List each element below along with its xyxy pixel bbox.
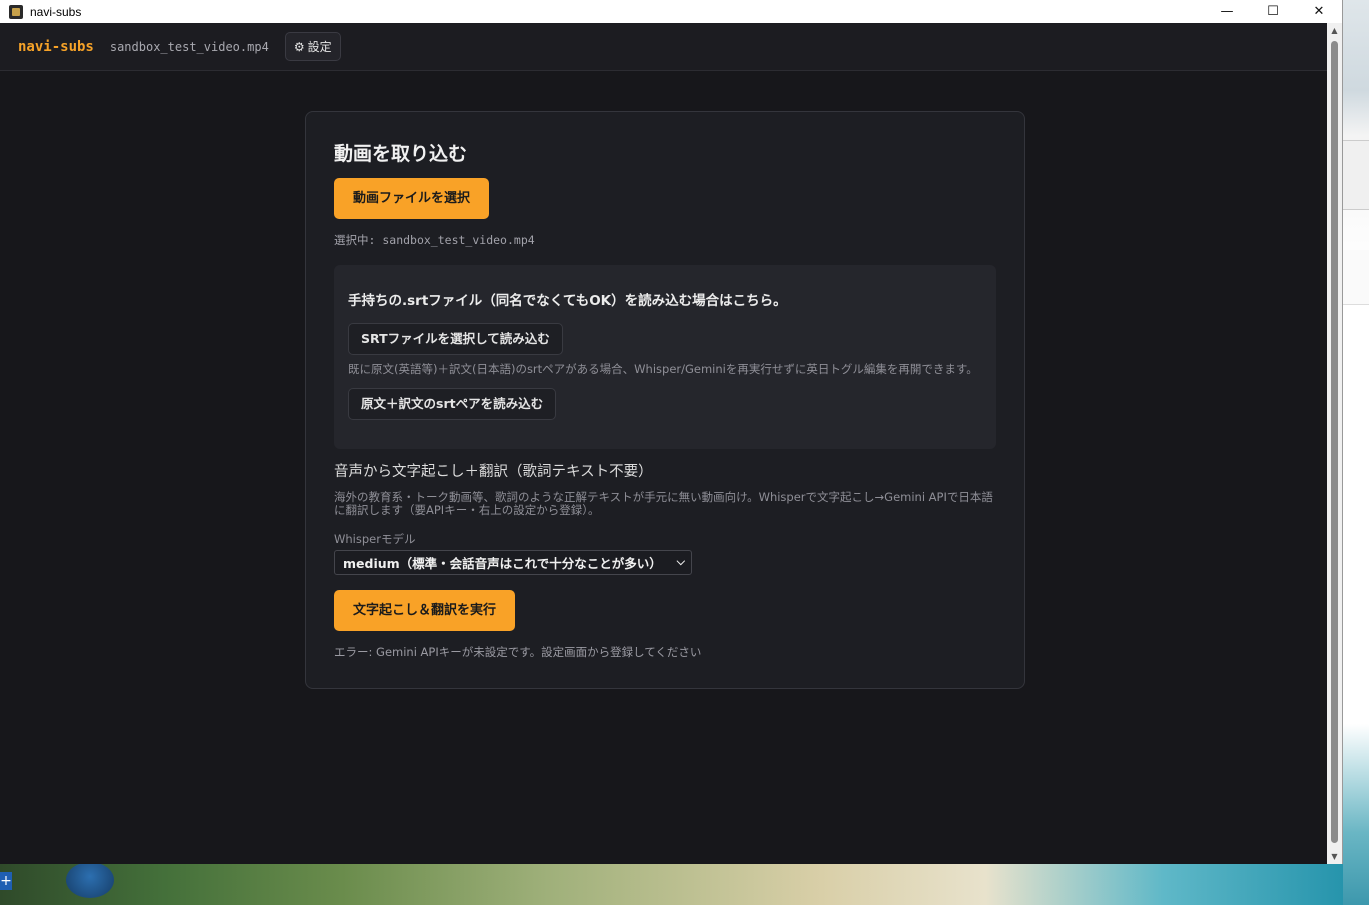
- srt-import-panel: 手持ちの.srtファイル（同名でなくてもOK）を読み込む場合はこちら。 SRTフ…: [334, 265, 996, 449]
- app-icon: [9, 4, 23, 19]
- desktop-background-right: [1343, 0, 1369, 905]
- load-srt-pair-button[interactable]: 原文＋訳文のsrtペアを読み込む: [348, 388, 557, 420]
- close-button[interactable]: ✕: [1296, 0, 1342, 23]
- gear-icon: ⚙: [293, 39, 305, 54]
- run-transcribe-button[interactable]: 文字起こし＆翻訳を実行: [334, 590, 516, 631]
- steam-shortcut-icon[interactable]: [66, 862, 114, 898]
- chevron-down-icon: ⌵: [676, 555, 685, 568]
- select-video-button[interactable]: 動画ファイルを選択: [334, 178, 490, 219]
- current-file-name: sandbox_test_video.mp4: [109, 39, 269, 54]
- title-bar[interactable]: navi-subs — ☐ ✕: [0, 0, 1342, 23]
- transcribe-heading: 音声から文字起こし＋翻訳（歌詞テキスト不要）: [334, 464, 653, 480]
- transcribe-description: 海外の教育系・トーク動画等、歌詞のような正解テキストが手元に無い動画向け。Whi…: [334, 490, 993, 517]
- app-header: navi-subs sandbox_test_video.mp4 ⚙ 設定: [0, 23, 1342, 71]
- srt-heading: 手持ちの.srtファイル（同名でなくてもOK）を読み込む場合はこちら。: [348, 293, 787, 309]
- whisper-model-value: medium（標準・会話音声はこれで十分なことが多い）: [343, 556, 662, 571]
- srt-description: 既に原文(英語等)＋訳文(日本語)のsrtペアがある場合、Whisper/Gem…: [348, 362, 978, 376]
- scroll-thumb[interactable]: [1331, 41, 1338, 843]
- app-window: navi-subs — ☐ ✕ navi-subs sandbox_test_v…: [0, 0, 1343, 864]
- desktop-plus-icon[interactable]: +: [0, 872, 12, 890]
- minimize-button[interactable]: —: [1204, 0, 1250, 23]
- selected-file-text: 選択中: sandbox_test_video.mp4: [334, 233, 535, 247]
- error-message: エラー: Gemini APIキーが未設定です。設定画面から登録してください: [334, 645, 702, 659]
- window-controls: — ☐ ✕: [1204, 0, 1342, 23]
- scroll-down-icon[interactable]: ▼: [1327, 849, 1342, 864]
- scroll-up-icon[interactable]: ▲: [1327, 23, 1342, 38]
- whisper-model-label: Whisperモデル: [334, 532, 416, 546]
- window-title: navi-subs: [30, 4, 82, 19]
- whisper-model-select[interactable]: medium（標準・会話音声はこれで十分なことが多い） ⌵: [334, 550, 692, 575]
- settings-label: 設定: [307, 40, 332, 54]
- select-srt-button[interactable]: SRTファイルを選択して読み込む: [348, 323, 563, 355]
- import-title: 動画を取り込む: [334, 143, 468, 165]
- brand-logo: navi-subs: [18, 38, 94, 55]
- desktop-window-edge: [1343, 140, 1369, 302]
- settings-button[interactable]: ⚙ 設定: [284, 32, 341, 61]
- import-card: 動画を取り込む 動画ファイルを選択 選択中: sandbox_test_vide…: [305, 111, 1025, 689]
- maximize-button[interactable]: ☐: [1250, 0, 1296, 23]
- vertical-scrollbar[interactable]: ▲ ▼: [1327, 23, 1342, 864]
- desktop-window-edge-2: [1343, 250, 1369, 305]
